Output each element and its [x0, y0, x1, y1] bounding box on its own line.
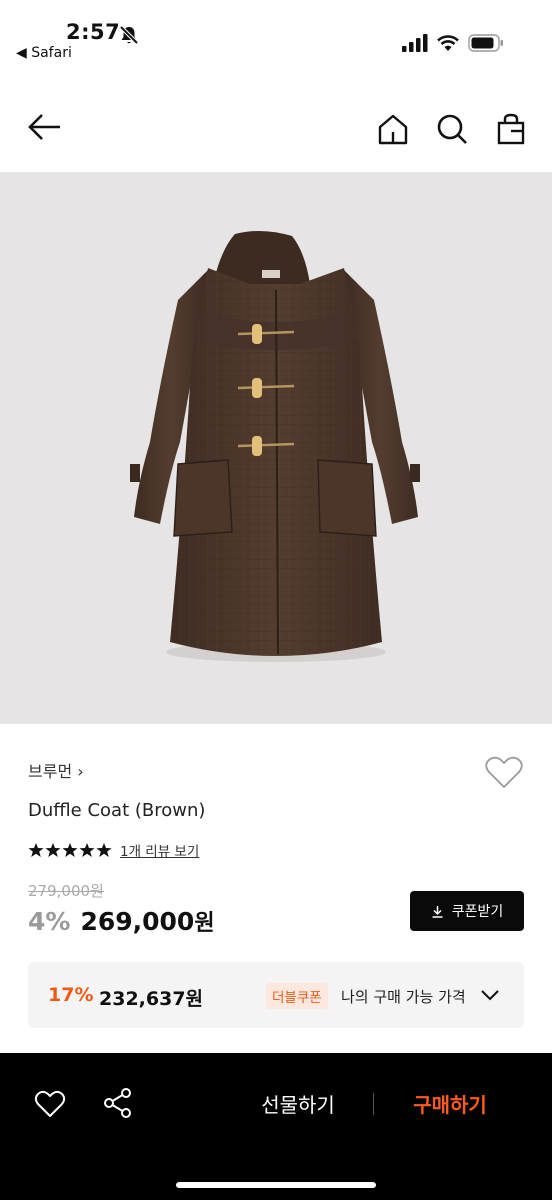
best-price-rate: 17% [48, 984, 94, 1006]
chevron-right-icon: › [77, 762, 84, 781]
double-coupon-badge: 더블쿠폰 [266, 983, 328, 1009]
star-icon [45, 843, 61, 857]
home-icon[interactable] [376, 112, 410, 146]
home-indicator [176, 1182, 376, 1188]
brand-name: 브루먼 [28, 762, 73, 781]
coupon-button[interactable]: 쿠폰받기 [410, 891, 524, 931]
product-image[interactable] [0, 172, 552, 724]
status-time: 2:57 [66, 20, 121, 44]
chevron-down-icon [481, 990, 499, 1001]
best-price-value: 232,637원 [99, 988, 204, 1010]
safari-back-link[interactable]: ◀ Safari [16, 45, 72, 61]
battery-icon [468, 34, 503, 52]
gift-button[interactable]: 선물하기 [232, 1089, 364, 1121]
back-arrow-icon[interactable] [26, 112, 64, 142]
status-bar: 2:57 ◀ Safari [0, 0, 552, 80]
search-icon[interactable] [435, 112, 469, 146]
buy-button[interactable]: 구매하기 [384, 1089, 516, 1121]
heart-icon[interactable] [484, 754, 524, 790]
sale-price-value: 269,000 [80, 907, 195, 936]
review-link[interactable]: 1개 리뷰 보기 [120, 840, 199, 860]
top-navigation [0, 80, 552, 172]
heart-icon[interactable] [34, 1089, 66, 1119]
sale-price: 269,000원 [80, 905, 214, 937]
shopping-bag-icon[interactable] [494, 112, 528, 146]
star-icon [79, 843, 95, 857]
wifi-icon [437, 35, 459, 51]
original-price: 279,000원 [28, 882, 104, 900]
bell-slash-icon [119, 25, 139, 45]
my-price-label: 나의 구매 가능 가격 [341, 988, 466, 1006]
best-price-box[interactable]: 17% 232,637원 더블쿠폰 나의 구매 가능 가격 [28, 962, 524, 1028]
coupon-button-label: 쿠폰받기 [451, 904, 504, 920]
star-icon [96, 843, 112, 857]
duffle-coat-photo [130, 230, 420, 662]
star-icon [62, 843, 78, 857]
product-name: Duffle Coat (Brown) [28, 800, 206, 821]
rating-stars [28, 842, 112, 858]
divider [373, 1093, 374, 1115]
bottom-action-bar: 선물하기 구매하기 [0, 1053, 552, 1200]
discount-rate: 4% [28, 907, 71, 936]
signal-icon [402, 34, 428, 52]
price-row: 4% 269,000원 [28, 905, 215, 937]
sale-price-unit: 원 [194, 911, 215, 936]
rating-row: 1개 리뷰 보기 [28, 840, 199, 860]
share-icon[interactable] [102, 1087, 134, 1119]
star-icon [28, 843, 44, 857]
download-icon [432, 905, 443, 918]
status-indicators [402, 34, 504, 52]
brand-link[interactable]: 브루먼 › [28, 758, 84, 782]
